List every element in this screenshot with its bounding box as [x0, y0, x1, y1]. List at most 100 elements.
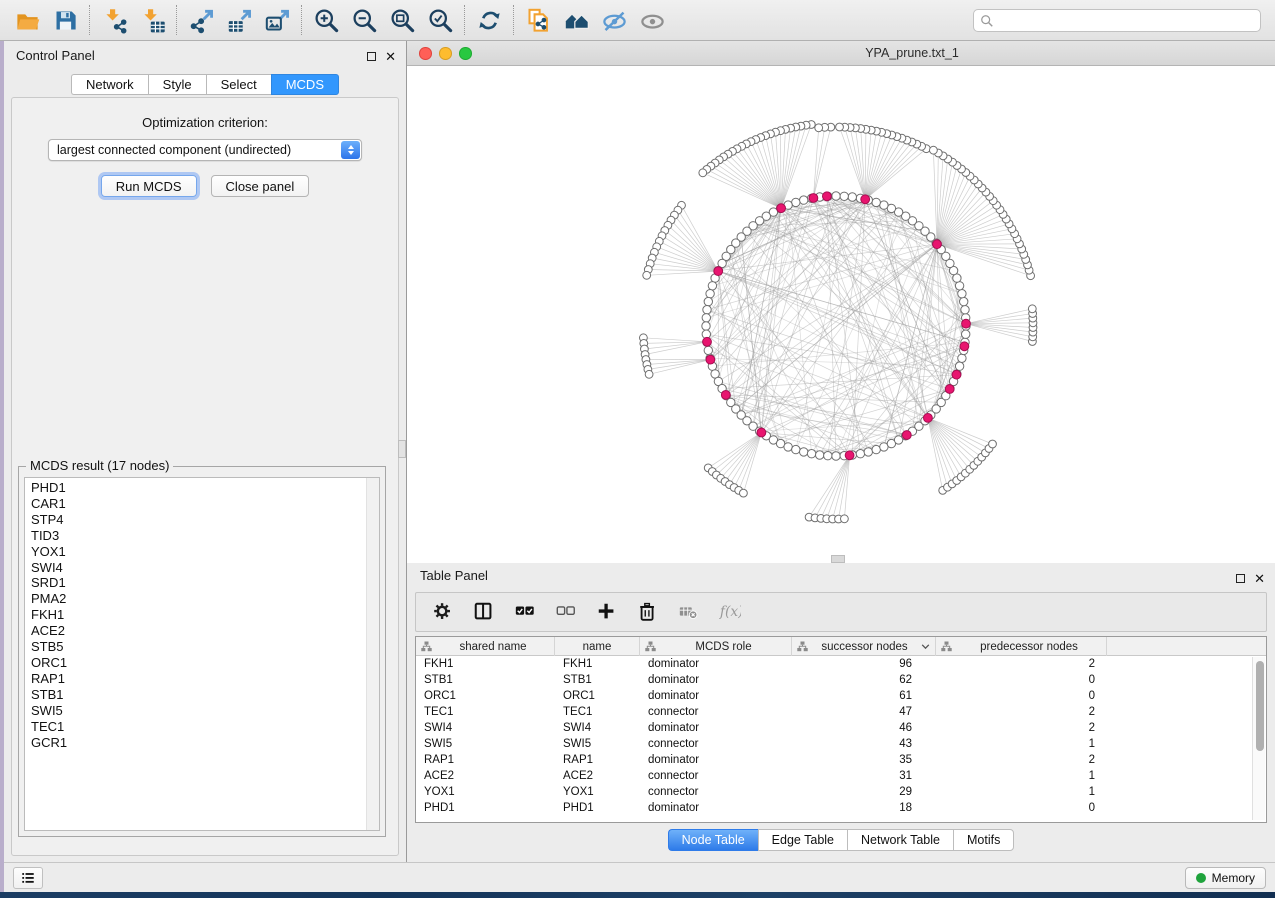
- search-box[interactable]: [973, 9, 1261, 32]
- table-row[interactable]: YOX1YOX1connector291: [416, 784, 1266, 800]
- column-header-successor-nodes[interactable]: successor nodes: [792, 637, 936, 656]
- network-canvas[interactable]: [407, 66, 1275, 563]
- zoom-fit-button[interactable]: [383, 3, 421, 37]
- import-network-button[interactable]: [95, 3, 133, 37]
- window-zoom-button[interactable]: [459, 47, 472, 60]
- tab-edge-table[interactable]: Edge Table: [758, 829, 847, 851]
- zoom-out-button[interactable]: [345, 3, 383, 37]
- close-panel-button[interactable]: Close panel: [211, 175, 310, 197]
- table-row[interactable]: FKH1FKH1dominator962: [416, 656, 1266, 672]
- tab-motifs[interactable]: Motifs: [953, 829, 1014, 851]
- panel-divider-handle[interactable]: [398, 440, 406, 458]
- table-divider-handle[interactable]: [831, 555, 845, 563]
- apply-layout-button[interactable]: [470, 3, 508, 37]
- clone-network-button[interactable]: [519, 3, 557, 37]
- window-minimize-button[interactable]: [439, 47, 452, 60]
- column-header-predecessor-nodes[interactable]: predecessor nodes: [936, 637, 1107, 656]
- column-header-label: MCDS role: [656, 641, 791, 653]
- mcds-result-item[interactable]: PMA2: [31, 591, 379, 607]
- hide-selected-button[interactable]: [595, 3, 633, 37]
- table-row[interactable]: TEC1TEC1connector472: [416, 704, 1266, 720]
- mcds-result-item[interactable]: STB5: [31, 639, 379, 655]
- mcds-result-item[interactable]: RAP1: [31, 671, 379, 687]
- table-cell: dominator: [640, 656, 792, 672]
- mcds-result-item[interactable]: PHD1: [31, 480, 379, 496]
- run-mcds-button[interactable]: Run MCDS: [101, 175, 197, 197]
- zoom-selected-button[interactable]: [421, 3, 459, 37]
- export-image-button[interactable]: [258, 3, 296, 37]
- mcds-result-list[interactable]: PHD1CAR1STP4TID3YOX1SWI4SRD1PMA2FKH1ACE2…: [24, 477, 380, 831]
- tab-style[interactable]: Style: [148, 74, 206, 95]
- column-header-mcds-role[interactable]: MCDS role: [640, 637, 792, 656]
- table-cell: connector: [640, 768, 792, 784]
- first-neighbors-button[interactable]: [557, 3, 595, 37]
- select-all-checkboxes-button[interactable]: [513, 600, 537, 624]
- delete-column-button[interactable]: [636, 600, 660, 624]
- mcds-result-item[interactable]: YOX1: [31, 544, 379, 560]
- mcds-list-scrollbar[interactable]: [366, 478, 379, 830]
- optimization-criterion-label: Optimization criterion:: [12, 115, 398, 130]
- toolbar-separator: [89, 5, 90, 35]
- mcds-result-item[interactable]: STP4: [31, 512, 379, 528]
- table-cell: 43: [792, 736, 936, 752]
- tab-node-table[interactable]: Node Table: [668, 829, 758, 851]
- open-file-button[interactable]: [8, 3, 46, 37]
- table-row[interactable]: STB1STB1dominator620: [416, 672, 1266, 688]
- column-header-name[interactable]: name: [555, 637, 640, 656]
- add-column-icon: [596, 601, 618, 623]
- mcds-result-item[interactable]: CAR1: [31, 496, 379, 512]
- table-row[interactable]: SWI5SWI5connector431: [416, 736, 1266, 752]
- table-cell: FKH1: [555, 656, 640, 672]
- column-header-shared-name[interactable]: shared name: [416, 637, 555, 656]
- memory-button-label: Memory: [1212, 871, 1255, 885]
- criterion-select[interactable]: largest connected component (undirected): [48, 139, 362, 161]
- table-row[interactable]: ACE2ACE2connector311: [416, 768, 1266, 784]
- import-table-button[interactable]: [133, 3, 171, 37]
- show-all-button[interactable]: [633, 3, 671, 37]
- column-type-icon: [941, 641, 952, 652]
- tab-network[interactable]: Network: [71, 74, 148, 95]
- table-cell: 0: [936, 672, 1107, 688]
- mcds-result-item[interactable]: GCR1: [31, 735, 379, 751]
- table-row[interactable]: SWI4SWI4dominator462: [416, 720, 1266, 736]
- mcds-result-item[interactable]: SWI4: [31, 560, 379, 576]
- export-network-button[interactable]: [182, 3, 220, 37]
- mcds-result-item[interactable]: SWI5: [31, 703, 379, 719]
- memory-button[interactable]: Memory: [1185, 867, 1266, 889]
- mcds-result-item[interactable]: FKH1: [31, 607, 379, 623]
- settings-gear-button[interactable]: [431, 600, 455, 624]
- close-table-panel-icon[interactable]: ✕: [1254, 572, 1265, 585]
- table-scrollbar-thumb[interactable]: [1256, 661, 1264, 751]
- table-row[interactable]: PHD1PHD1dominator180: [416, 800, 1266, 816]
- clear-selection-checkboxes-button[interactable]: [554, 600, 578, 624]
- svg-text:f(x): f(x): [719, 604, 741, 620]
- export-table-button[interactable]: [220, 3, 258, 37]
- tab-network-table[interactable]: Network Table: [847, 829, 953, 851]
- window-close-button[interactable]: [419, 47, 432, 60]
- tab-select[interactable]: Select: [206, 74, 271, 95]
- mcds-result-group: MCDS result (17 nodes) PHD1CAR1STP4TID3Y…: [18, 466, 386, 837]
- task-history-button[interactable]: [13, 867, 43, 889]
- mcds-result-item[interactable]: TEC1: [31, 719, 379, 735]
- mcds-result-item[interactable]: ACE2: [31, 623, 379, 639]
- float-table-panel-icon[interactable]: [1236, 574, 1245, 583]
- table-row[interactable]: RAP1RAP1dominator352: [416, 752, 1266, 768]
- mcds-result-item[interactable]: TID3: [31, 528, 379, 544]
- mcds-result-item[interactable]: ORC1: [31, 655, 379, 671]
- delete-table-button[interactable]: [677, 600, 701, 624]
- close-panel-icon[interactable]: ✕: [385, 50, 396, 63]
- mcds-result-item[interactable]: STB1: [31, 687, 379, 703]
- float-panel-icon[interactable]: [367, 52, 376, 61]
- table-row[interactable]: ORC1ORC1dominator610: [416, 688, 1266, 704]
- toggle-column-view-button[interactable]: [472, 600, 496, 624]
- save-session-button[interactable]: [46, 3, 84, 37]
- table-cell: 2: [936, 656, 1107, 672]
- tab-mcds[interactable]: MCDS: [271, 74, 339, 95]
- zoom-in-button[interactable]: [307, 3, 345, 37]
- function-builder-button[interactable]: f(x): [718, 600, 742, 624]
- network-window: YPA_prune.txt_1: [407, 41, 1275, 563]
- search-input[interactable]: [994, 11, 1260, 30]
- add-column-button[interactable]: [595, 600, 619, 624]
- network-view[interactable]: [407, 66, 1275, 563]
- mcds-result-item[interactable]: SRD1: [31, 575, 379, 591]
